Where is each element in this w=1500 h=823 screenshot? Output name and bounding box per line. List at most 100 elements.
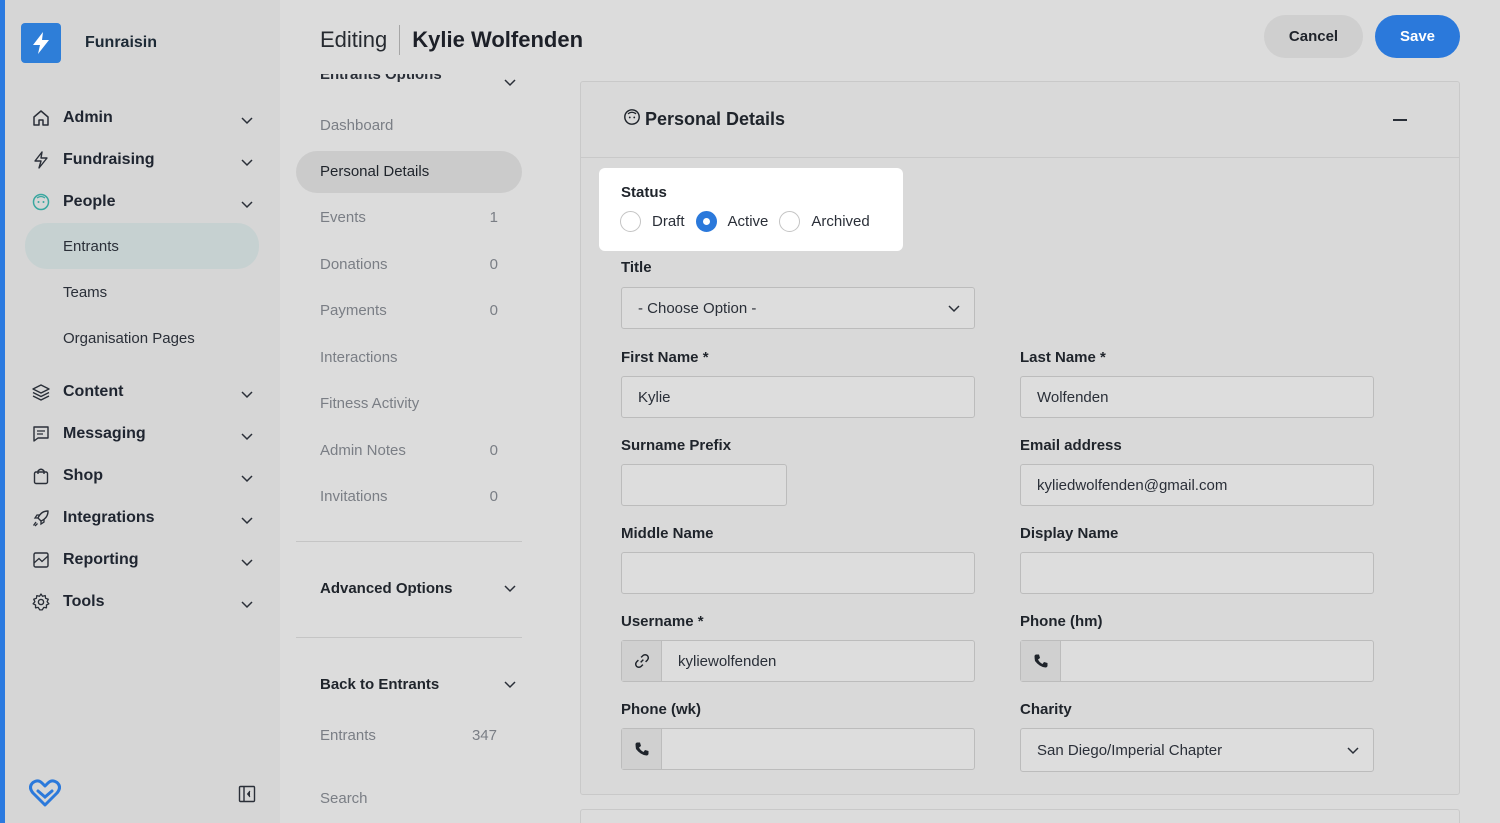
middle-name-field[interactable] (621, 552, 975, 594)
divider (296, 541, 522, 542)
nav-content[interactable]: Content (25, 371, 259, 413)
chart-icon (29, 548, 53, 572)
section-label: Advanced Options (320, 580, 453, 597)
nav-sub-teams[interactable]: Teams (25, 269, 259, 315)
username-value: kyliewolfenden (678, 652, 777, 670)
divider (296, 637, 522, 638)
chevron-down-icon (241, 386, 253, 404)
option-label: Donations (320, 255, 388, 273)
display-name-label: Display Name (1020, 525, 1119, 542)
entrants-count: 347 (471, 727, 497, 744)
last-name-field[interactable]: Wolfenden (1020, 376, 1374, 418)
bag-icon (29, 464, 53, 488)
heart-logo-icon[interactable] (29, 779, 61, 812)
editing-prefix: Editing (320, 27, 388, 52)
status-active-radio[interactable]: Active (695, 211, 769, 232)
nav-shop[interactable]: Shop (25, 455, 259, 497)
chevron-down-icon (241, 196, 253, 214)
phone-hm-field[interactable] (1020, 640, 1374, 682)
radio-label: Draft (652, 213, 685, 230)
option-payments[interactable]: Payments 0 (296, 288, 522, 335)
card-header: Personal Details (581, 82, 1459, 158)
email-field[interactable]: kyliedwolfenden@gmail.com (1020, 464, 1374, 506)
first-name-field[interactable]: Kylie (621, 376, 975, 418)
option-personal-details[interactable]: Personal Details (296, 150, 522, 193)
title-select[interactable]: - Choose Option - (621, 287, 975, 329)
nav-label: People (63, 193, 116, 210)
status-draft-radio[interactable]: Draft (620, 211, 685, 232)
save-button[interactable]: Save (1375, 15, 1460, 58)
username-field[interactable]: kyliewolfenden (621, 640, 975, 682)
option-fitness-activity[interactable]: Fitness Activity (296, 381, 522, 428)
status-radios: Draft Active Archived (620, 211, 881, 232)
chevron-down-icon[interactable] (504, 74, 516, 92)
option-count: 0 (489, 302, 498, 320)
phone-wk-field[interactable] (621, 728, 975, 770)
title-label: Title (621, 259, 652, 276)
gear-icon (29, 590, 53, 614)
email-label: Email address (1020, 437, 1122, 454)
entrants-link[interactable]: Entrants 347 (320, 727, 497, 744)
option-events[interactable]: Events 1 (296, 195, 522, 242)
entrant-name: Kylie Wolfenden (412, 27, 584, 52)
cancel-button[interactable]: Cancel (1264, 15, 1363, 58)
option-admin-notes[interactable]: Admin Notes 0 (296, 427, 522, 474)
chevron-down-icon (504, 580, 516, 597)
option-dashboard[interactable]: Dashboard (296, 102, 522, 149)
funraisin-logo-icon (21, 23, 61, 63)
title-value: - Choose Option - (638, 299, 757, 317)
option-invitations[interactable]: Invitations 0 (296, 474, 522, 521)
option-donations[interactable]: Donations 0 (296, 241, 522, 288)
chevron-down-icon (241, 154, 253, 172)
display-name-field[interactable] (1020, 552, 1374, 594)
face-icon (623, 108, 641, 131)
nav-reporting[interactable]: Reporting (25, 539, 259, 581)
nav-fundraising[interactable]: Fundraising (25, 139, 259, 181)
option-count: 0 (489, 441, 498, 459)
main-nav: Admin Fundraising People Entrants Teams … (25, 97, 259, 623)
collapse-sidebar-icon[interactable] (237, 784, 257, 809)
nav-label: Content (63, 383, 124, 400)
nav-people[interactable]: People (25, 181, 259, 223)
entrants-options-heading[interactable]: Entrants Options (320, 74, 520, 83)
status-label: Status (621, 184, 667, 201)
nav-admin[interactable]: Admin (25, 97, 259, 139)
nav-tools[interactable]: Tools (25, 581, 259, 623)
nav-label: Shop (63, 467, 103, 484)
middle-name-label: Middle Name (621, 525, 714, 542)
status-archived-radio[interactable]: Archived (779, 211, 870, 232)
charity-select[interactable]: San Diego/Imperial Chapter (1020, 728, 1374, 772)
chevron-down-icon (504, 676, 516, 693)
nav-label: Integrations (63, 509, 155, 526)
brand[interactable]: Funraisin (21, 23, 157, 63)
nav-label: Reporting (63, 551, 139, 568)
radio-dot[interactable] (779, 211, 801, 232)
chevron-down-icon (241, 112, 253, 130)
back-to-entrants-toggle[interactable]: Back to Entrants (320, 676, 522, 693)
nav-messaging[interactable]: Messaging (25, 413, 259, 455)
nav-integrations[interactable]: Integrations (25, 497, 259, 539)
radio-dot[interactable] (620, 211, 641, 232)
nav-sub-organisation-pages[interactable]: Organisation Pages (25, 315, 259, 361)
option-interactions[interactable]: Interactions (296, 334, 522, 381)
nav-sub-entrants[interactable]: Entrants (25, 223, 259, 269)
phone-icon (1021, 641, 1061, 681)
radio-label: Active (727, 213, 769, 230)
collapse-card-icon[interactable] (1393, 119, 1407, 121)
radio-dot[interactable] (695, 211, 717, 232)
card-title: Personal Details (645, 109, 786, 129)
charity-value: San Diego/Imperial Chapter (1037, 741, 1223, 759)
page-title: Editing Kylie Wolfenden (320, 25, 584, 55)
chevron-down-icon (241, 512, 253, 530)
advanced-options-toggle[interactable]: Advanced Options (320, 580, 522, 597)
entrants-label: Entrants (320, 727, 376, 744)
charity-label: Charity (1020, 701, 1072, 718)
radio-label: Archived (811, 213, 870, 230)
message-icon (29, 422, 53, 446)
surname-prefix-field[interactable] (621, 464, 787, 506)
options-list: Dashboard Personal Details Events 1 Donat… (296, 102, 522, 520)
search-link[interactable]: Search (320, 790, 497, 807)
option-count: 0 (489, 255, 498, 273)
option-label: Events (320, 209, 366, 227)
surname-prefix-label: Surname Prefix (621, 437, 732, 454)
